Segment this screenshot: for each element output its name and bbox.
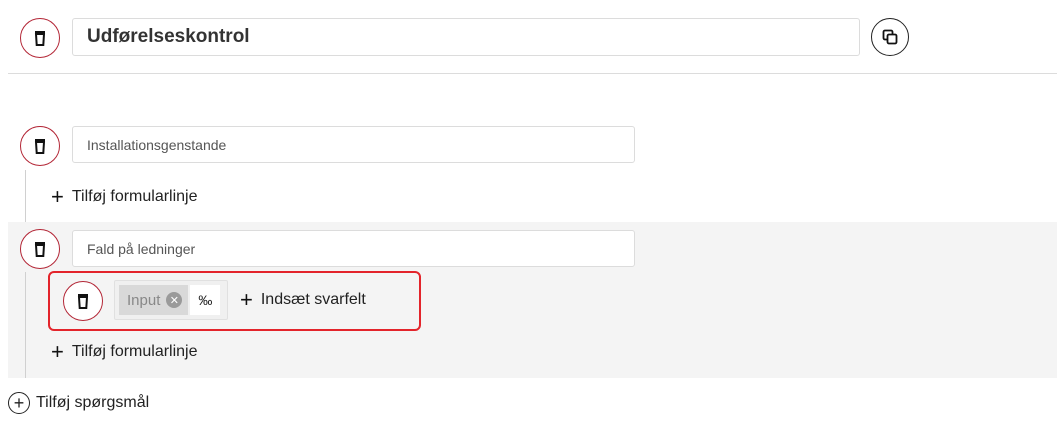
copy-form-button[interactable] bbox=[871, 18, 909, 56]
add-question-button[interactable]: + Tilføj spørgsmål bbox=[8, 392, 149, 414]
question-input[interactable] bbox=[72, 230, 635, 267]
question-connector-line bbox=[25, 170, 26, 222]
delete-question-button[interactable] bbox=[20, 229, 60, 269]
answer-field[interactable]: Input ✕ ‰ bbox=[114, 280, 228, 320]
input-chip[interactable]: Input ✕ bbox=[119, 285, 189, 315]
plus-icon: + bbox=[51, 339, 64, 364]
plus-icon: + bbox=[240, 287, 253, 312]
add-form-line-button[interactable]: + Tilføj formularlinje bbox=[51, 341, 198, 363]
input-chip-label: Input bbox=[127, 291, 161, 309]
header-divider bbox=[8, 73, 1057, 74]
trash-icon bbox=[34, 31, 46, 46]
insert-answer-field-button[interactable]: + Indsæt svarfelt bbox=[240, 289, 366, 311]
unit-label: ‰ bbox=[198, 292, 213, 308]
question-input[interactable] bbox=[72, 126, 635, 163]
plus-circle-icon: + bbox=[8, 392, 30, 414]
delete-answer-line-button[interactable] bbox=[63, 281, 103, 321]
close-circle-icon[interactable]: ✕ bbox=[166, 292, 183, 308]
question-connector-line bbox=[25, 272, 26, 378]
add-form-line-button[interactable]: + Tilføj formularlinje bbox=[51, 186, 198, 208]
delete-form-button[interactable] bbox=[20, 18, 60, 58]
add-form-line-label: Tilføj formularlinje bbox=[71, 343, 198, 360]
trash-icon bbox=[34, 242, 46, 257]
trash-icon bbox=[77, 294, 89, 309]
unit-field[interactable]: ‰ bbox=[190, 285, 221, 315]
copy-icon bbox=[882, 29, 898, 45]
trash-icon bbox=[34, 139, 46, 154]
add-form-line-label: Tilføj formularlinje bbox=[71, 188, 198, 205]
add-question-label: Tilføj spørgsmål bbox=[36, 394, 150, 411]
form-title-input[interactable] bbox=[72, 18, 860, 56]
delete-question-button[interactable] bbox=[20, 126, 60, 166]
insert-answer-field-label: Indsæt svarfelt bbox=[260, 291, 366, 308]
plus-icon: + bbox=[51, 184, 64, 209]
